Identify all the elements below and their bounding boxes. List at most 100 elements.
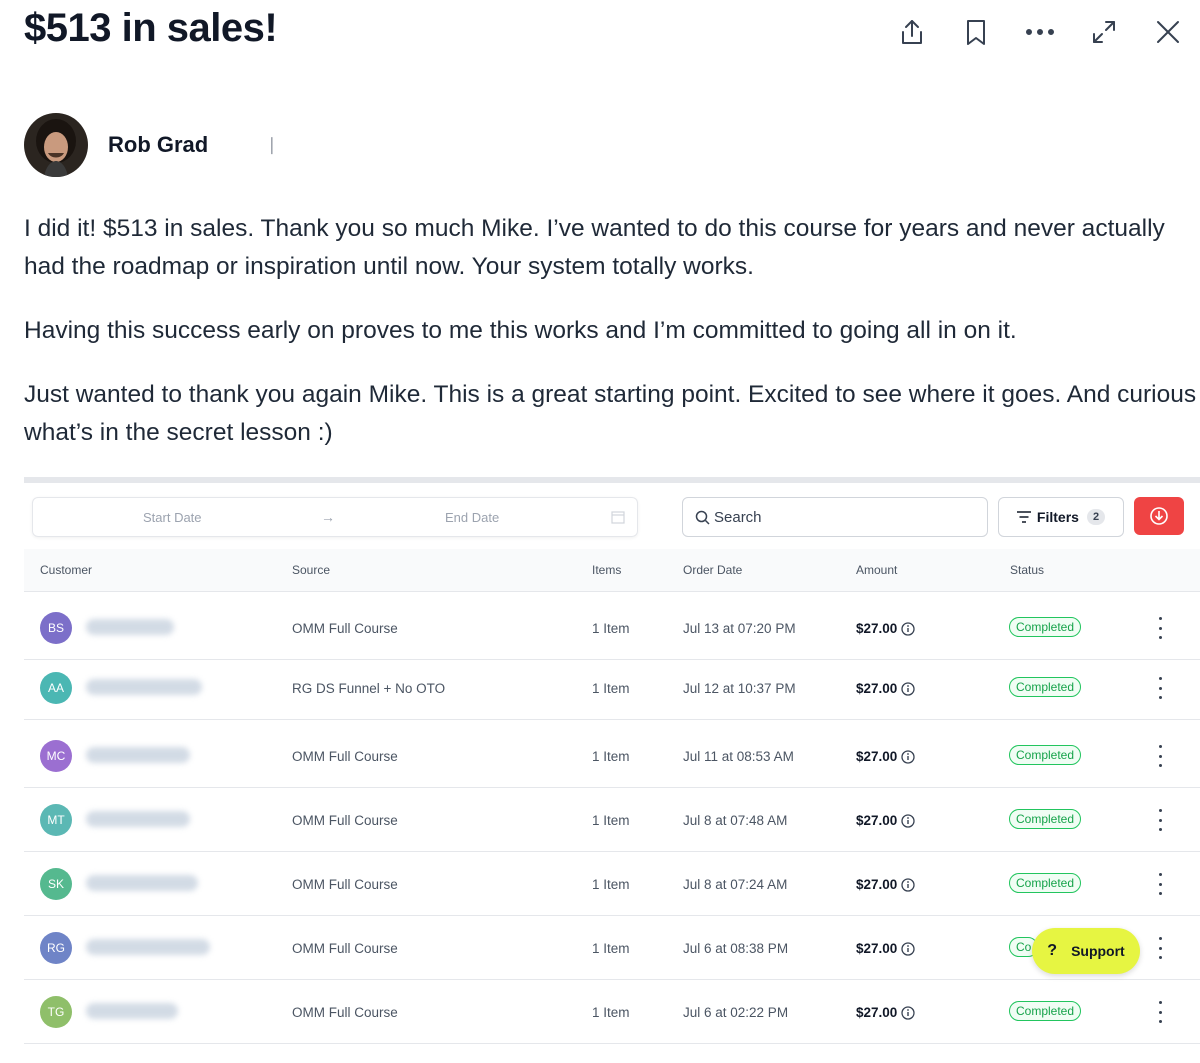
order-amount: $27.00 — [856, 941, 915, 956]
customer-avatar: SK — [40, 868, 72, 900]
status-badge: Completed — [1009, 809, 1082, 829]
customer-avatar: RG — [40, 932, 72, 964]
order-items: 1 Item — [592, 681, 630, 696]
order-date: Jul 8 at 07:48 AM — [683, 813, 788, 828]
info-icon[interactable] — [901, 1005, 915, 1020]
column-header[interactable]: Status — [1010, 563, 1044, 577]
customer-avatar: AA — [40, 672, 72, 704]
customer-avatar: MC — [40, 740, 72, 772]
row-actions-icon[interactable] — [1152, 937, 1168, 959]
search-icon — [695, 510, 710, 525]
customer-name-redacted — [86, 619, 174, 635]
customer-name-redacted — [86, 1003, 178, 1019]
filters-button[interactable]: Filters 2 — [998, 497, 1124, 537]
status-badge: Completed — [1009, 873, 1082, 893]
customer-name-redacted — [86, 939, 210, 955]
export-button[interactable] — [1134, 497, 1184, 535]
order-items: 1 Item — [592, 749, 630, 764]
date-range-picker[interactable]: Start Date → End Date — [32, 497, 638, 537]
customer-avatar: TG — [40, 996, 72, 1028]
row-actions-icon[interactable] — [1152, 1001, 1168, 1023]
info-icon[interactable] — [901, 813, 915, 828]
start-date-field[interactable]: Start Date — [143, 510, 202, 525]
column-header[interactable]: Order Date — [683, 563, 742, 577]
info-icon[interactable] — [901, 621, 915, 636]
more-icon[interactable] — [1008, 10, 1072, 54]
customer-name-redacted — [86, 747, 190, 763]
order-source: OMM Full Course — [292, 621, 398, 636]
table-row[interactable]: BS OMM Full Course 1 Item Jul 13 at 07:20 P… — [24, 597, 1200, 660]
table-row[interactable]: MT OMM Full Course 1 Item Jul 8 at 07:48 AM… — [24, 789, 1200, 852]
expand-icon[interactable] — [1072, 10, 1136, 54]
order-date: Jul 8 at 07:24 AM — [683, 877, 788, 892]
avatar[interactable] — [24, 113, 88, 177]
end-date-field[interactable]: End Date — [445, 510, 499, 525]
order-items: 1 Item — [592, 1005, 630, 1020]
info-icon[interactable] — [901, 941, 915, 956]
order-source: RG DS Funnel + No OTO — [292, 681, 446, 696]
amount-value: $27.00 — [856, 749, 898, 764]
customer-name-redacted — [86, 811, 190, 827]
column-header[interactable]: Customer — [40, 563, 92, 577]
order-date: Jul 6 at 02:22 PM — [683, 1005, 789, 1020]
order-amount: $27.00 — [856, 877, 915, 892]
order-amount: $27.00 — [856, 681, 915, 696]
order-amount: $27.00 — [856, 813, 915, 828]
column-header[interactable]: Items — [592, 563, 621, 577]
column-header[interactable]: Amount — [856, 563, 897, 577]
row-actions-icon[interactable] — [1152, 809, 1168, 831]
amount-value: $27.00 — [856, 941, 898, 956]
order-items: 1 Item — [592, 621, 630, 636]
calendar-icon — [611, 511, 625, 524]
arrow-right-icon: → — [321, 509, 335, 525]
post-body: I did it! $513 in sales. Thank you so mu… — [24, 210, 1200, 478]
table-header: Customer Source Items Order Date Amount … — [24, 549, 1200, 592]
amount-value: $27.00 — [856, 813, 898, 828]
customer-name-redacted — [86, 875, 198, 891]
order-date: Jul 11 at 08:53 AM — [683, 749, 794, 764]
order-items: 1 Item — [592, 813, 630, 828]
support-label: Support — [1071, 943, 1125, 959]
row-actions-icon[interactable] — [1152, 617, 1168, 639]
table-row[interactable]: TG OMM Full Course 1 Item Jul 6 at 02:22 PM… — [24, 981, 1200, 1044]
row-actions-icon[interactable] — [1152, 745, 1168, 767]
row-actions-icon[interactable] — [1152, 677, 1168, 699]
amount-value: $27.00 — [856, 621, 898, 636]
share-icon[interactable] — [880, 10, 944, 54]
table-row[interactable]: AA RG DS Funnel + No OTO 1 Item Jul 12 at 1… — [24, 657, 1200, 720]
post-paragraph: Just wanted to thank you again Mike. Thi… — [24, 381, 1197, 446]
filters-label: Filters — [1036, 509, 1079, 525]
order-source: OMM Full Course — [292, 813, 398, 828]
filters-count-badge: 2 — [1086, 509, 1106, 525]
order-date: Jul 13 at 07:20 PM — [683, 621, 796, 636]
table-row[interactable]: RG OMM Full Course 1 Item Jul 6 at 08:38 PM… — [24, 917, 1200, 980]
column-header[interactable]: Source — [292, 563, 330, 577]
post-title: $513 in sales! — [24, 6, 278, 50]
status-badge: Completed — [1009, 617, 1082, 637]
order-amount: $27.00 — [856, 621, 915, 636]
post-paragraph: Having this success early on proves to m… — [24, 317, 1017, 344]
info-icon[interactable] — [901, 749, 915, 764]
row-actions-icon[interactable] — [1152, 873, 1168, 895]
search-placeholder: Search — [714, 508, 762, 526]
order-source: OMM Full Course — [292, 941, 398, 956]
table-row[interactable]: MC OMM Full Course 1 Item Jul 11 at 08:53 A… — [24, 725, 1200, 788]
customer-name-redacted — [86, 679, 202, 695]
post-toolbar — [880, 10, 1200, 54]
bookmark-icon[interactable] — [944, 10, 1008, 54]
order-items: 1 Item — [592, 941, 630, 956]
info-icon[interactable] — [901, 681, 915, 696]
post-paragraph: I did it! $513 in sales. Thank you so mu… — [24, 215, 1165, 280]
author-name[interactable]: Rob Grad — [108, 132, 208, 158]
orders-screenshot: Start Date → End Date Search Filters 2 C… — [24, 477, 1200, 1063]
order-date: Jul 6 at 08:38 PM — [683, 941, 789, 956]
amount-value: $27.00 — [856, 877, 898, 892]
support-button[interactable]: ? Support — [1032, 928, 1140, 974]
info-icon[interactable] — [901, 877, 915, 892]
table-row[interactable]: SK OMM Full Course 1 Item Jul 8 at 07:24 AM… — [24, 853, 1200, 916]
close-icon[interactable] — [1136, 10, 1200, 54]
status-badge: Completed — [1009, 677, 1082, 697]
search-input[interactable]: Search — [682, 497, 988, 537]
customer-avatar: BS — [40, 612, 72, 644]
post-author: Rob Grad │ — [24, 113, 277, 177]
